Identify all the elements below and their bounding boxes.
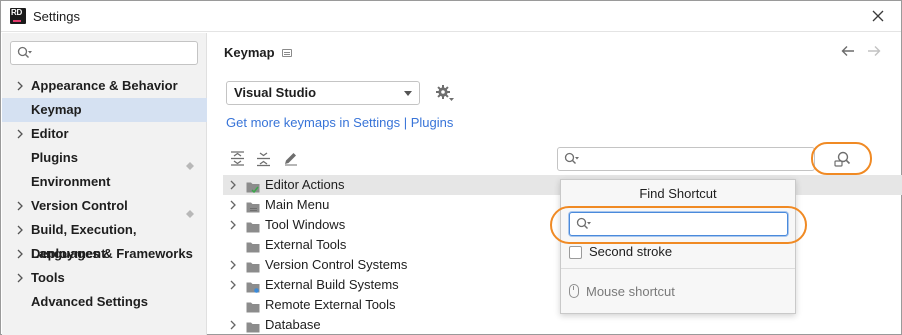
sidebar-item-languages-frameworks[interactable]: Languages & Frameworks [2, 242, 207, 266]
folder-icon [246, 299, 260, 313]
divider [561, 268, 795, 269]
sidebar-item-tools[interactable]: Tools [2, 266, 207, 290]
sidebar-item-label: Advanced Settings [31, 294, 149, 309]
chevron-right-icon [16, 122, 26, 146]
chevron-right-icon[interactable] [229, 255, 239, 276]
sidebar-item-editor[interactable]: Editor [2, 122, 207, 146]
sidebar-item-label: Appearance & Behavior [31, 78, 178, 93]
expand-all-button[interactable] [229, 150, 247, 168]
chevron-right-icon [16, 242, 26, 266]
mouse-shortcut-button[interactable]: Mouse shortcut [586, 284, 675, 299]
app-logo: RD [10, 8, 26, 24]
folder-icon [246, 259, 260, 273]
gear-icon [436, 85, 454, 101]
forward-button[interactable] [865, 42, 883, 60]
second-stroke-checkbox[interactable] [569, 246, 582, 259]
sidebar-item-advanced-settings[interactable]: Advanced Settings [2, 290, 207, 314]
back-button[interactable] [839, 42, 857, 60]
page-title: Keymap [224, 45, 275, 60]
menu-folder-icon [246, 199, 260, 213]
sidebar-item-keymap[interactable]: Keymap [2, 98, 207, 122]
popup-title: Find Shortcut [639, 186, 717, 201]
collapse-all-icon [257, 152, 270, 167]
mouse-icon [569, 284, 579, 298]
folder-icon [246, 319, 260, 333]
build-folder-icon [246, 279, 260, 293]
sidebar-item-label: Version Control [31, 198, 128, 213]
tree-row-label: Editor Actions [265, 177, 345, 192]
sidebar: Appearance & Behavior Keymap Editor Plugins… [2, 33, 207, 335]
chevron-right-icon [16, 218, 26, 242]
folder-icon [246, 239, 260, 253]
sidebar-item-environment[interactable]: Environment [2, 170, 207, 194]
second-stroke-label[interactable]: Second stroke [589, 244, 672, 259]
sidebar-item-appearance-behavior[interactable]: Appearance & Behavior [2, 74, 207, 98]
settings-window: RD Settings Appearance & Behavior Keymap E… [0, 0, 902, 335]
sidebar-search-input[interactable] [10, 41, 198, 65]
main-panel: Keymap Visual Studio Get more keymaps in… [208, 33, 902, 335]
find-shortcut-popup: Find Shortcut Second stroke Mouse shortc… [560, 179, 796, 314]
edit-shortcut-button[interactable] [282, 150, 300, 168]
tree-row-label: Main Menu [265, 197, 330, 212]
folder-icon [246, 219, 260, 233]
tree-search-input[interactable] [557, 147, 815, 171]
close-button[interactable] [867, 6, 889, 26]
sidebar-item-label: Plugins [31, 150, 78, 165]
keymap-select-value: Visual Studio [234, 85, 317, 100]
get-more-keymaps-link[interactable]: Get more keymaps in Settings | Plugins [226, 115, 453, 130]
tree-row-label: External Tools [265, 237, 347, 252]
chevron-right-icon[interactable] [229, 215, 239, 236]
search-icon [17, 46, 33, 60]
tree-row-label: Remote External Tools [265, 297, 396, 312]
sidebar-item-label: Keymap [31, 102, 82, 117]
arrow-left-icon [841, 46, 854, 56]
project-scope-icon [186, 202, 194, 218]
chevron-right-icon[interactable] [229, 175, 239, 196]
chevron-right-icon[interactable] [229, 275, 239, 296]
collapse-all-button[interactable] [255, 150, 273, 168]
chevron-down-icon [404, 91, 412, 96]
keymap-select[interactable]: Visual Studio [226, 81, 420, 105]
tree-row[interactable]: Database [223, 315, 902, 335]
sidebar-item-label: Environment [31, 174, 111, 189]
title-bar: RD Settings [1, 1, 901, 32]
pencil-icon [285, 153, 297, 166]
chevron-right-icon[interactable] [229, 315, 239, 335]
expand-all-icon [231, 151, 244, 166]
keymap-options-button[interactable] [435, 84, 455, 102]
tree-row-label: External Build Systems [265, 277, 399, 292]
tree-row-label: Database [265, 317, 321, 332]
sidebar-item-label: Languages & Frameworks [31, 246, 193, 261]
sidebar-item-label: Tools [31, 270, 65, 285]
sidebar-item-plugins[interactable]: Plugins [2, 146, 207, 170]
app-logo-text: RD [11, 8, 22, 17]
project-level-icon [282, 49, 292, 57]
highlight-ring-button [811, 142, 872, 175]
chevron-right-icon [16, 74, 26, 98]
sidebar-item-version-control[interactable]: Version Control [2, 194, 207, 218]
chevron-right-icon[interactable] [229, 195, 239, 216]
chevron-right-icon [16, 266, 26, 290]
sidebar-item-label: Editor [31, 126, 69, 141]
editor-actions-icon [246, 179, 260, 194]
sidebar-item-build-execution-deployment[interactable]: Build, Execution, Deployment [2, 218, 207, 261]
highlight-ring-input [550, 206, 807, 244]
search-icon [564, 152, 580, 166]
tree-row-label: Version Control Systems [265, 257, 408, 272]
close-icon [872, 10, 884, 22]
chevron-right-icon [16, 194, 26, 218]
tree-row-label: Tool Windows [265, 217, 346, 232]
arrow-right-icon [868, 46, 881, 56]
window-title: Settings [33, 9, 80, 24]
project-scope-icon [186, 154, 194, 170]
